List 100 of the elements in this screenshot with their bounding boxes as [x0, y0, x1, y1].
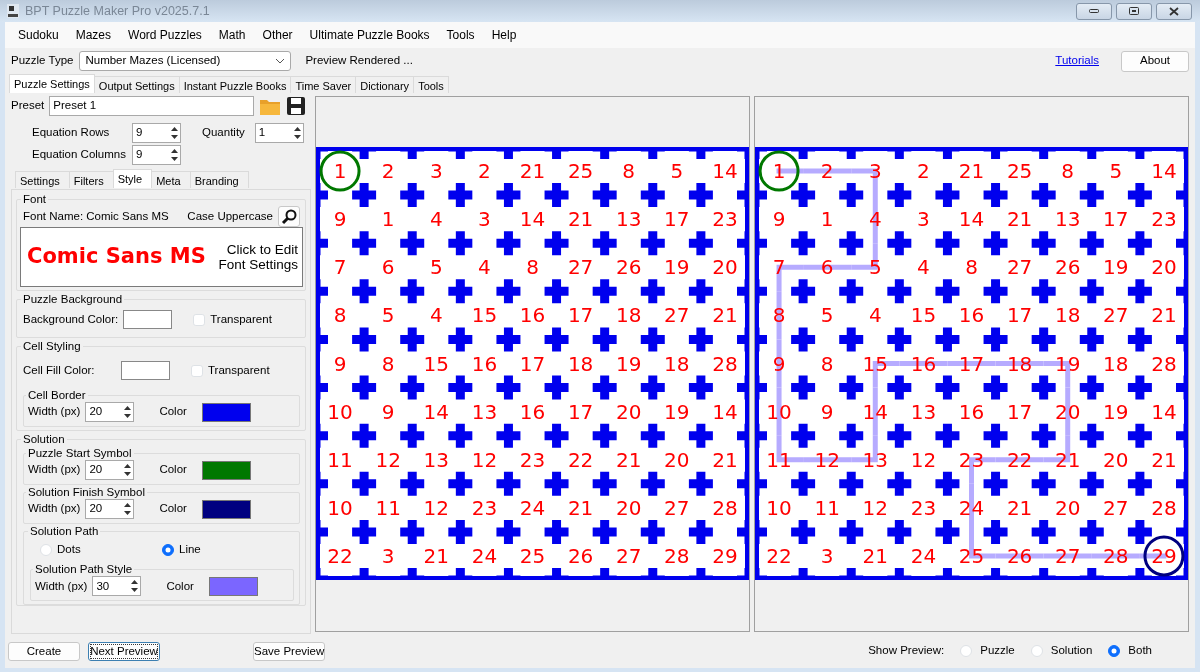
maze-number: 23 [519, 447, 546, 472]
menu-item[interactable]: Math [213, 24, 258, 46]
number-spinner[interactable]: 9 [132, 123, 181, 143]
preset-field[interactable]: Preset 1 [49, 96, 255, 116]
maze-number: 19 [1103, 399, 1129, 424]
close-button[interactable] [1156, 2, 1192, 20]
number-spinner[interactable]: 20 [85, 402, 135, 422]
puzzle-type-dropdown[interactable]: Number Mazes (Licensed) [79, 51, 292, 71]
plus-sign [352, 327, 377, 352]
maze-number: 17 [1006, 303, 1033, 328]
maze-number: 3 [429, 159, 443, 184]
menu-item[interactable]: Ultimate Puzzle Books [304, 24, 442, 46]
number-spinner[interactable]: 9 [132, 145, 181, 165]
maze-number: 9 [333, 351, 347, 376]
number-spinner[interactable]: 20 [85, 460, 135, 480]
tab[interactable]: Filters [68, 171, 114, 188]
plus-sign [887, 375, 912, 400]
maze-number: 21 [1151, 447, 1177, 472]
group-title: Solution Path [29, 524, 100, 538]
field-label: Color [159, 462, 187, 478]
maze-number: 28 [664, 543, 690, 568]
color-swatch[interactable] [121, 361, 170, 380]
maze-number: 20 [1055, 399, 1081, 424]
plus-sign [688, 423, 713, 448]
plus-sign [1127, 519, 1152, 544]
plus-sign [791, 327, 816, 352]
plus-sign [400, 279, 425, 304]
maze-number: 10 [766, 495, 792, 520]
tab[interactable]: Puzzle Settings [9, 74, 95, 93]
plus-sign [1127, 471, 1152, 496]
tab[interactable]: Instant Puzzle Books [178, 76, 292, 93]
number-spinner[interactable]: 30 [92, 576, 142, 597]
plus-sign [935, 327, 960, 352]
maze-number: 22 [766, 543, 792, 568]
maze-number: 25 [519, 543, 546, 568]
maze-number: 16 [958, 399, 985, 424]
about-button[interactable]: About [1121, 50, 1189, 72]
plus-sign [791, 519, 816, 544]
maze-number: 21 [712, 303, 738, 328]
field-label: Color [159, 404, 187, 420]
maze-number: 1 [333, 159, 347, 184]
plus-sign [400, 375, 425, 400]
create-button[interactable]: Create [8, 641, 80, 661]
save-icon[interactable] [286, 96, 307, 116]
plus-sign [592, 231, 617, 256]
tab[interactable]: Branding [189, 171, 249, 188]
maze-number: 14 [1151, 159, 1177, 184]
menu-item[interactable]: Word Puzzles [123, 24, 214, 46]
color-swatch[interactable] [201, 460, 251, 480]
radio-button[interactable] [162, 543, 174, 556]
number-spinner[interactable]: 1 [254, 123, 304, 143]
tab[interactable]: Time Saver [290, 76, 357, 93]
maze-number: 4 [917, 255, 930, 280]
color-swatch[interactable] [208, 576, 258, 596]
menu-item[interactable]: Mazes [70, 24, 124, 46]
plus-sign [544, 375, 569, 400]
maze-number: 3 [917, 207, 930, 232]
tab[interactable]: Tools [413, 76, 449, 93]
tab[interactable]: Style [112, 169, 153, 188]
plus-sign [1031, 231, 1056, 256]
radio-button[interactable] [1108, 645, 1121, 657]
menu-item[interactable]: Tools [441, 24, 487, 46]
save-preview-button[interactable]: Save Preview [253, 641, 325, 661]
maze-number: 17 [958, 351, 985, 376]
tab[interactable]: Meta [151, 171, 191, 188]
maze-number: 26 [567, 543, 594, 568]
plus-sign [400, 327, 425, 352]
tab[interactable]: Output Settings [93, 76, 180, 93]
maze-number: 28 [1151, 495, 1177, 520]
menu-item[interactable]: Sudoku [13, 24, 71, 46]
group-title: Cell Border [27, 388, 87, 402]
maze-number: 27 [664, 303, 690, 328]
color-swatch[interactable] [201, 499, 251, 519]
tutorials-link[interactable]: Tutorials [1055, 52, 1099, 70]
minimize-button[interactable] [1076, 2, 1112, 20]
checkbox[interactable] [193, 313, 206, 326]
checkbox[interactable] [191, 364, 203, 377]
maze-number: 15 [862, 351, 888, 376]
plus-sign [935, 375, 960, 400]
number-spinner[interactable]: 20 [85, 499, 135, 519]
maze-number: 4 [429, 207, 443, 232]
tab[interactable]: Settings [15, 171, 70, 188]
maze-number: 8 [820, 351, 834, 376]
next-preview-button[interactable]: Next Preview [88, 641, 160, 661]
maze-number: 26 [616, 255, 642, 280]
search-button[interactable] [278, 206, 300, 227]
color-swatch[interactable] [123, 310, 173, 329]
maze-number: 17 [567, 303, 594, 328]
menu-item[interactable]: Help [486, 24, 529, 46]
color-swatch[interactable] [201, 402, 251, 422]
maze-number: 22 [1006, 447, 1033, 472]
plus-sign [448, 423, 473, 448]
maze-number: 23 [958, 447, 985, 472]
plus-sign [496, 231, 521, 256]
plus-sign [640, 279, 665, 304]
maze-number: 8 [965, 255, 978, 280]
menu-item[interactable]: Other [257, 24, 305, 46]
maze-number: 21 [616, 447, 642, 472]
tab[interactable]: Dictionary [355, 76, 415, 93]
maximize-button[interactable] [1116, 2, 1152, 20]
